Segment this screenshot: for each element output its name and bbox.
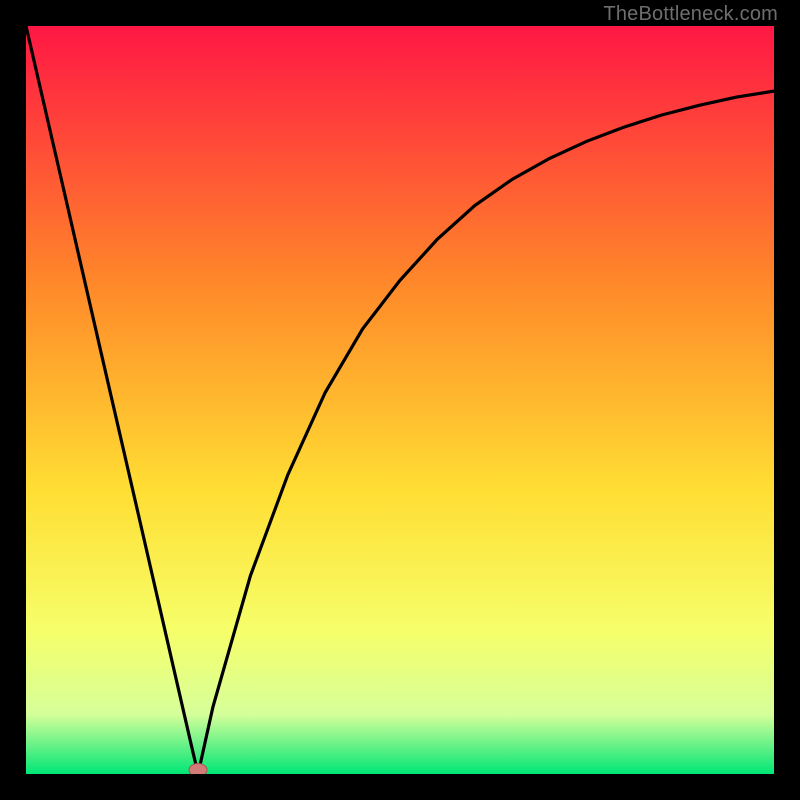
chart-frame: TheBottleneck.com <box>0 0 800 800</box>
gradient-background <box>26 26 774 774</box>
minimum-marker <box>189 764 207 775</box>
bottleneck-chart <box>26 26 774 774</box>
plot-area <box>26 26 774 774</box>
attribution-text: TheBottleneck.com <box>603 3 778 26</box>
